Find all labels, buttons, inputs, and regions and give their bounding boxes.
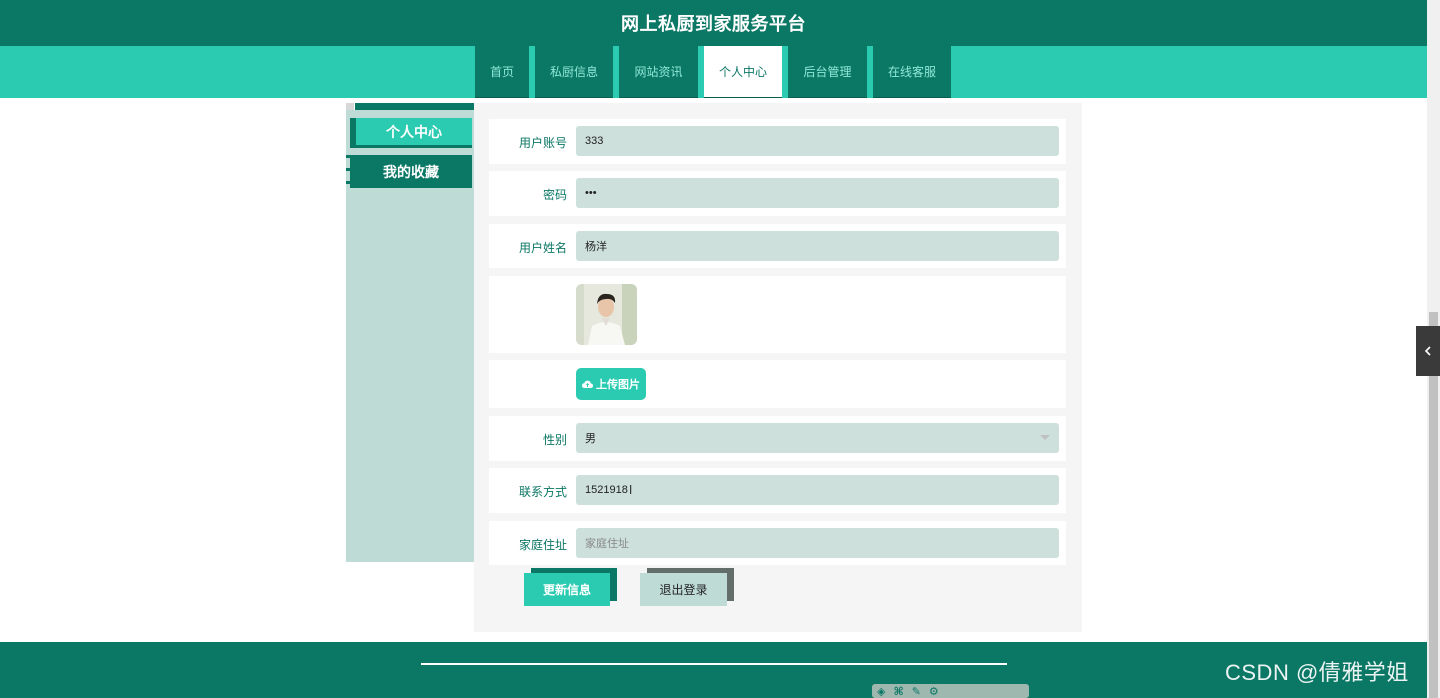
password-label: 密码	[542, 188, 567, 202]
address-label: 家庭住址	[518, 538, 567, 552]
avatar	[576, 284, 637, 345]
phone-input[interactable]: 1521918 Ⅰ	[576, 475, 1059, 505]
phone-value: 1521918	[585, 484, 628, 496]
decoration	[346, 155, 350, 158]
gender-label: 性别	[542, 433, 567, 447]
nav-item-support[interactable]: 在线客服	[873, 46, 951, 98]
password-input[interactable]: •••	[576, 178, 1059, 208]
decoration	[352, 118, 356, 121]
sidebar-item-label: 我的收藏	[383, 163, 439, 180]
name-input[interactable]: 杨洋	[576, 231, 1059, 261]
sidebar-top-decoration	[346, 103, 483, 110]
account-input[interactable]: 333	[576, 126, 1059, 156]
ime-toolbar[interactable]: ◈ ⌘ ✎ ⚙	[872, 684, 1029, 698]
ime-punct-icon: ✎	[911, 685, 921, 698]
update-info-button[interactable]: 更新信息	[524, 573, 610, 606]
main-nav: 首页 私厨信息 网站资讯 个人中心 后台管理 在线客服	[475, 46, 957, 98]
ime-settings-icon: ⚙	[928, 685, 939, 698]
upload-image-button[interactable]: 上传图片	[576, 368, 646, 400]
text-cursor-icon: Ⅰ	[628, 483, 633, 497]
logout-button[interactable]: 退出登录	[640, 573, 727, 606]
address-input[interactable]: 家庭住址	[576, 528, 1059, 558]
sidebar-item-profile[interactable]: 个人中心	[350, 118, 472, 148]
nav-item-profile[interactable]: 个人中心	[704, 46, 782, 98]
avatar-photo	[576, 284, 637, 345]
name-label: 用户姓名	[518, 241, 567, 255]
site-title: 网上私厨到家服务平台	[621, 14, 806, 34]
chevron-left-icon	[1424, 346, 1431, 356]
cloud-upload-icon	[582, 380, 593, 388]
ime-logo-icon: ◈	[877, 685, 886, 698]
footer: ◈ ⌘ ✎ ⚙	[0, 642, 1427, 698]
gender-selected-value: 男	[585, 433, 596, 445]
nav-bar: 首页 私厨信息 网站资讯 个人中心 后台管理 在线客服	[0, 46, 1427, 98]
phone-label: 联系方式	[518, 485, 567, 499]
nav-item-admin[interactable]: 后台管理	[788, 46, 867, 98]
sidebar-item-label: 个人中心	[386, 123, 442, 140]
nav-item-chef-info[interactable]: 私厨信息	[535, 46, 613, 98]
watermark: CSDN @倩雅学姐	[1225, 660, 1409, 685]
account-label: 用户账号	[518, 136, 567, 150]
decoration	[352, 130, 356, 133]
decoration	[346, 168, 350, 171]
nav-item-home[interactable]: 首页	[475, 46, 529, 98]
caret-down-icon	[1040, 435, 1050, 440]
site-header: 网上私厨到家服务平台	[0, 0, 1427, 46]
upload-button-label: 上传图片	[596, 379, 640, 391]
side-panel-toggle[interactable]	[1416, 326, 1440, 376]
nav-item-news[interactable]: 网站资讯	[619, 46, 698, 98]
footer-divider	[421, 663, 1007, 665]
decoration	[346, 181, 350, 184]
gender-select[interactable]: 男	[576, 423, 1059, 453]
sidebar: 个人中心 我的收藏	[346, 103, 483, 562]
ime-mode-icon: ⌘	[893, 685, 904, 698]
sidebar-item-favorites[interactable]: 我的收藏	[346, 155, 472, 188]
